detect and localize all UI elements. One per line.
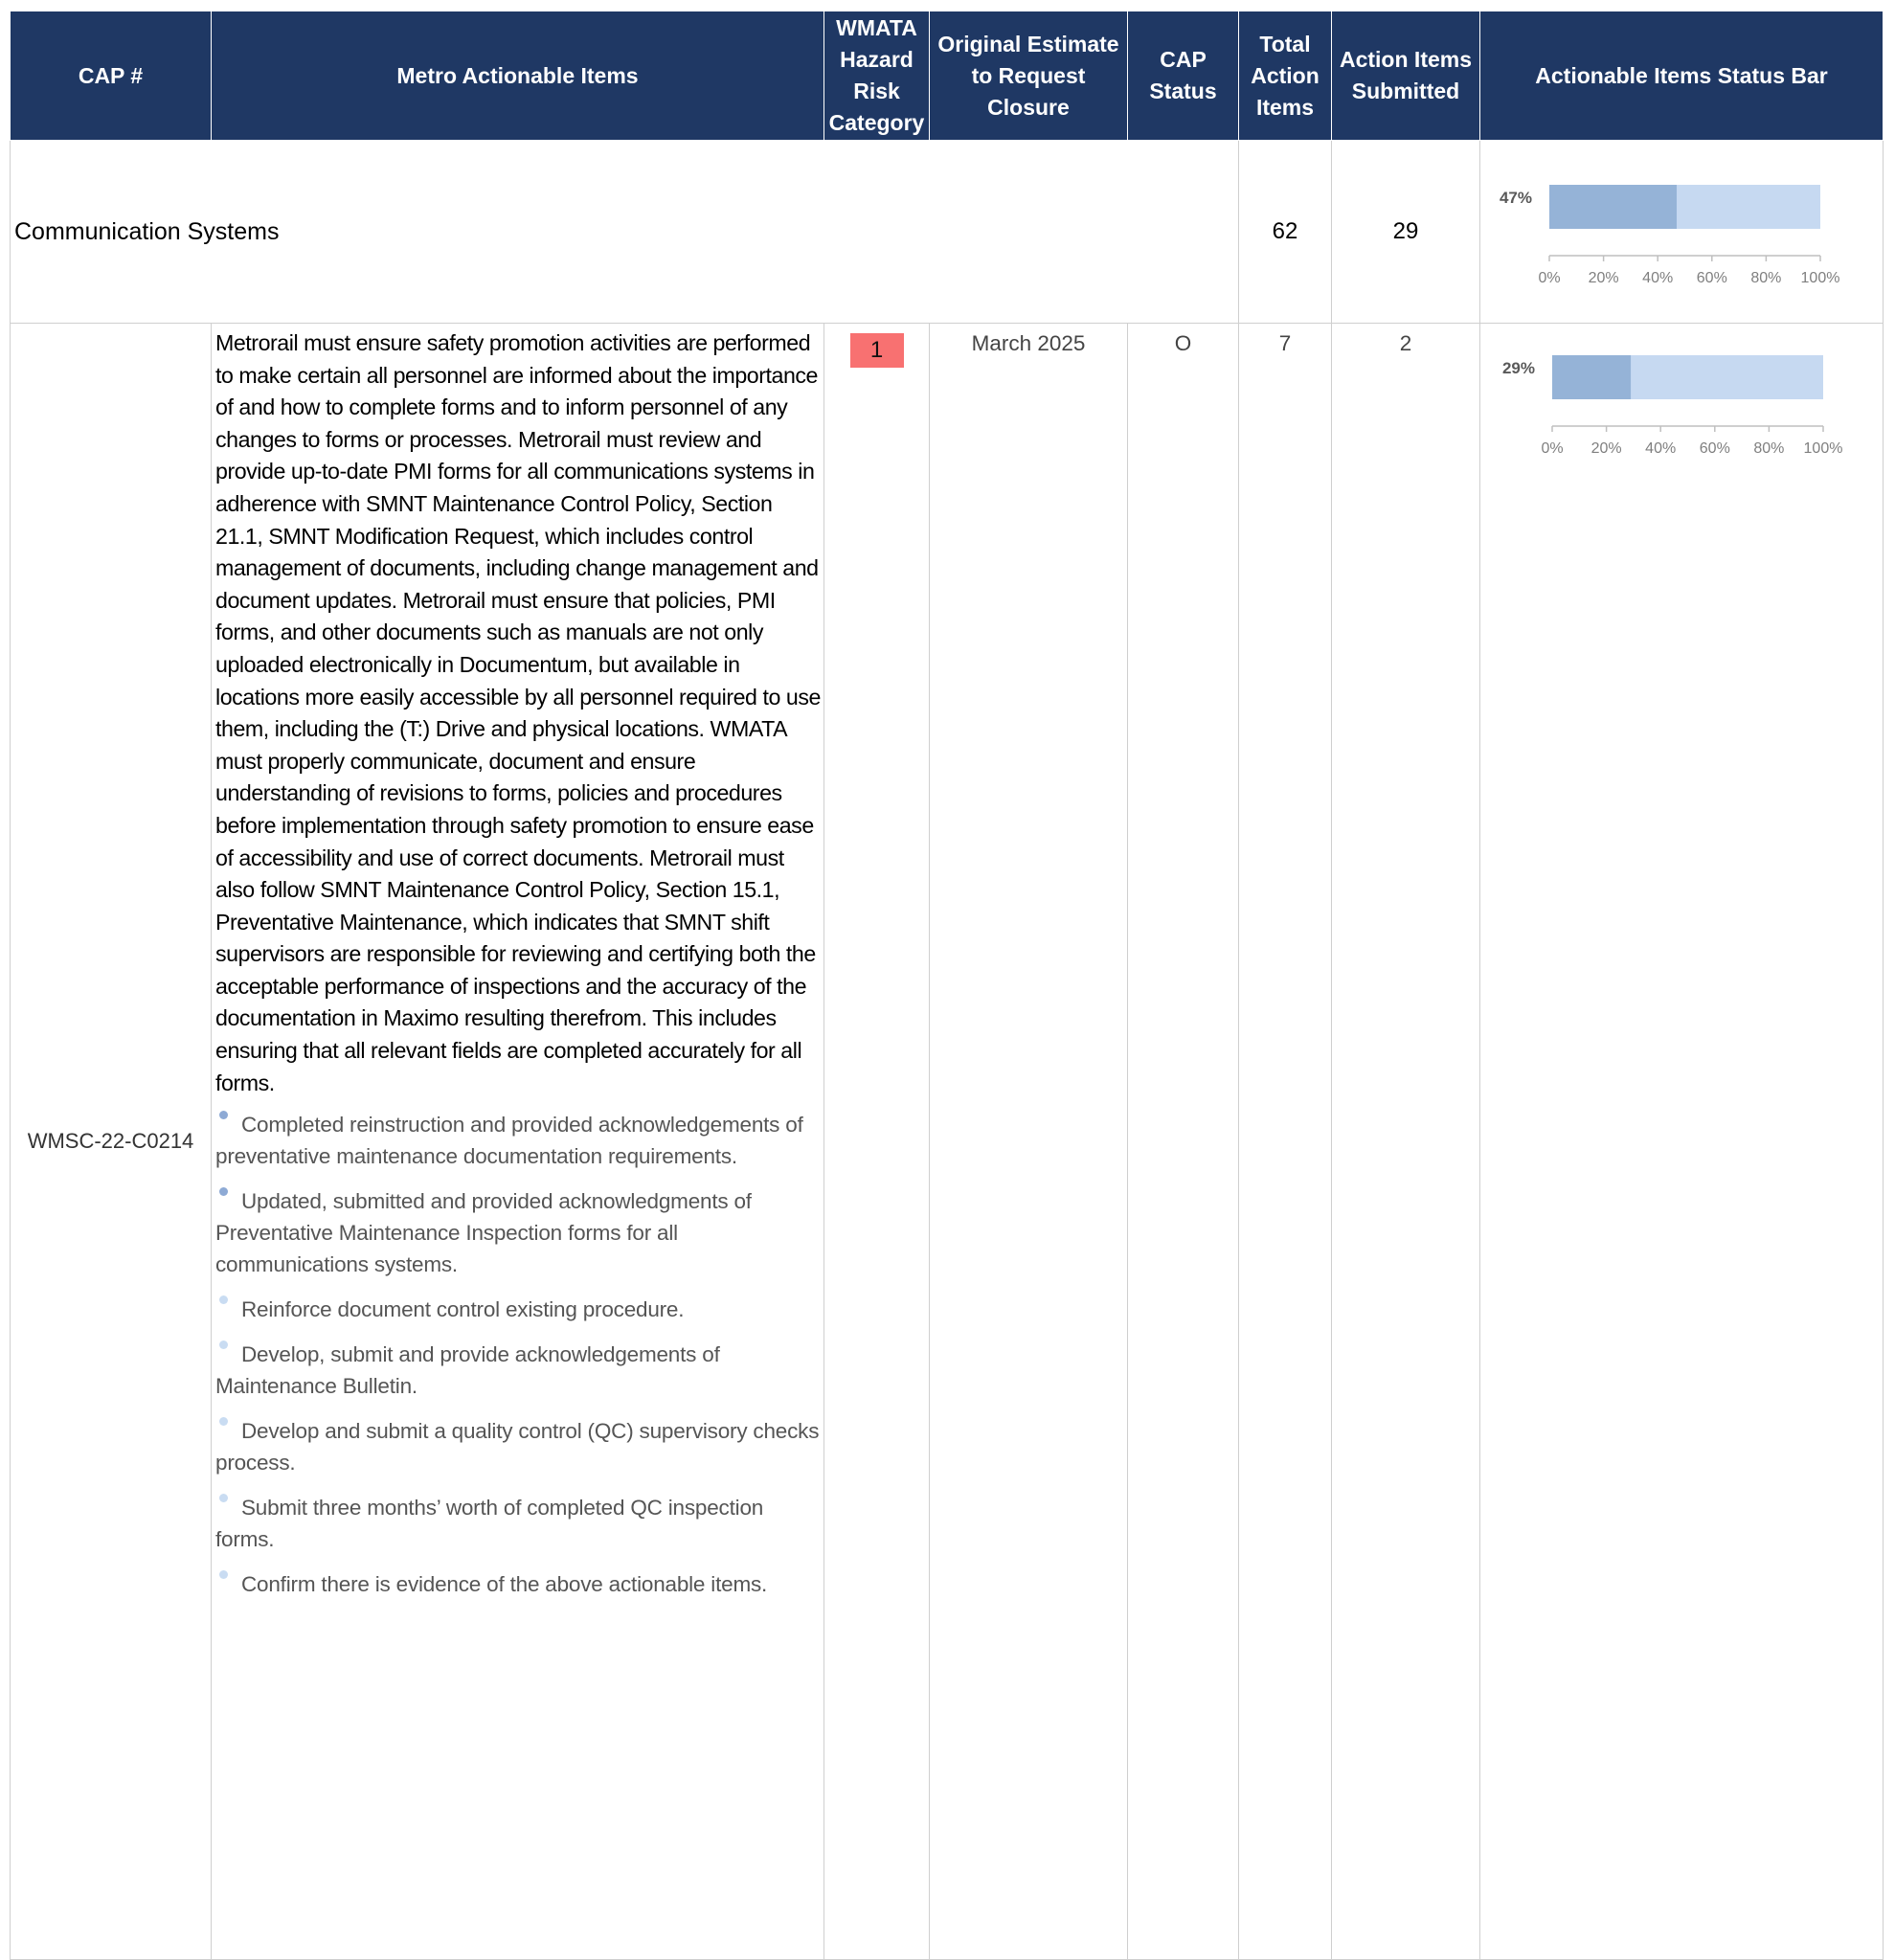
action-item: Develop, submit and provide acknowledgem… — [215, 1339, 823, 1402]
axis-tick-label: 20% — [1589, 270, 1619, 286]
action-item: Completed reinstruction and provided ack… — [215, 1109, 823, 1172]
header-actionable-items: Metro Actionable Items — [211, 11, 824, 141]
axis-tick-label: 60% — [1700, 440, 1730, 457]
header-cap-status: CAP Status — [1127, 11, 1239, 141]
action-item: Develop and submit a quality control (QC… — [215, 1415, 823, 1478]
axis-tick-label: 100% — [1801, 270, 1840, 286]
header-cap-number: CAP # — [10, 11, 212, 141]
header-original-estimate: Original Estimate to Request Closure — [929, 11, 1128, 141]
group-action-items-submitted: 29 — [1331, 140, 1480, 324]
cap-actionable-items-cell: Metrorail must ensure safety promotion a… — [211, 323, 824, 1960]
axis-tick-label: 40% — [1645, 440, 1676, 457]
axis-tick-label: 60% — [1697, 270, 1727, 286]
cap-status-bar-chart: 29% 0% 20% 40% 60% 80% 100% — [1502, 355, 1843, 457]
bullet-icon — [219, 1417, 228, 1427]
group-status-bar-cell: 47% 0% 20% 40% 60% 80% 100% — [1479, 140, 1884, 324]
bullet-icon — [219, 1494, 228, 1503]
cap-status-table: CAP # Metro Actionable Items WMATA Hazar… — [10, 11, 1884, 1960]
bullet-icon — [219, 1111, 228, 1120]
cap-estimate: March 2025 — [929, 323, 1128, 1960]
group-total-action-items: 62 — [1238, 140, 1332, 324]
cap-status-bar-cell: 29% 0% 20% 40% 60% 80% 100% — [1479, 323, 1884, 1960]
axis-tick-label: 40% — [1642, 270, 1673, 286]
action-item: Reinforce document control existing proc… — [215, 1294, 823, 1325]
action-item-text: Submit three months’ worth of completed … — [215, 1496, 764, 1552]
action-item-text: Confirm there is evidence of the above a… — [241, 1572, 768, 1597]
cap-total-action-items: 7 — [1238, 323, 1332, 1960]
axis-tick-label: 80% — [1753, 440, 1784, 457]
bar-completed — [1549, 185, 1678, 229]
action-item-list: Completed reinstruction and provided ack… — [215, 1109, 823, 1600]
action-item-text: Develop, submit and provide acknowledgem… — [215, 1342, 720, 1399]
bullet-icon — [219, 1295, 228, 1305]
bullet-icon — [219, 1570, 228, 1580]
bar-percent-label: 47% — [1500, 189, 1532, 207]
action-item-text: Develop and submit a quality control (QC… — [215, 1419, 820, 1476]
cap-description: Metrorail must ensure safety promotion a… — [215, 330, 821, 1095]
bullet-icon — [219, 1187, 228, 1197]
axis-tick-label: 80% — [1750, 270, 1781, 286]
action-item-text: Updated, submitted and provided acknowle… — [215, 1189, 752, 1277]
action-item: Submit three months’ worth of completed … — [215, 1492, 823, 1555]
action-item: Confirm there is evidence of the above a… — [215, 1568, 823, 1600]
cap-risk-cell: 1 — [823, 323, 930, 1960]
risk-category-badge: 1 — [849, 333, 904, 368]
bar-percent-label: 29% — [1502, 359, 1535, 377]
header-risk-category: WMATA Hazard Risk Category — [823, 11, 930, 141]
header-row: CAP # Metro Actionable Items WMATA Hazar… — [10, 11, 1884, 141]
action-item-text: Reinforce document control existing proc… — [241, 1297, 685, 1322]
axis-tick-label: 100% — [1804, 440, 1843, 457]
group-row: Communication Systems 62 29 47% 0% 20% 40% 6… — [10, 140, 1884, 324]
cap-action-items-submitted: 2 — [1331, 323, 1480, 1960]
bar-completed — [1552, 355, 1632, 399]
group-label: Communication Systems — [10, 140, 1239, 324]
axis-tick-label: 20% — [1591, 440, 1622, 457]
action-item: Updated, submitted and provided acknowle… — [215, 1185, 823, 1280]
bullet-icon — [219, 1340, 228, 1350]
header-total-action-items: Total Action Items — [1238, 11, 1332, 141]
axis-tick-label: 0% — [1538, 270, 1560, 286]
axis-tick-label: 0% — [1541, 440, 1563, 457]
cap-status: O — [1127, 323, 1239, 1960]
cap-row: WMSC-22-C0214 Metrorail must ensure safe… — [10, 323, 1884, 1960]
header-action-items-submitted: Action Items Submitted — [1331, 11, 1480, 141]
group-status-bar-chart: 47% 0% 20% 40% 60% 80% 100% — [1500, 185, 1840, 286]
cap-id: WMSC-22-C0214 — [10, 323, 212, 1960]
header-status-bar: Actionable Items Status Bar — [1479, 11, 1884, 141]
action-item-text: Completed reinstruction and provided ack… — [215, 1113, 803, 1169]
